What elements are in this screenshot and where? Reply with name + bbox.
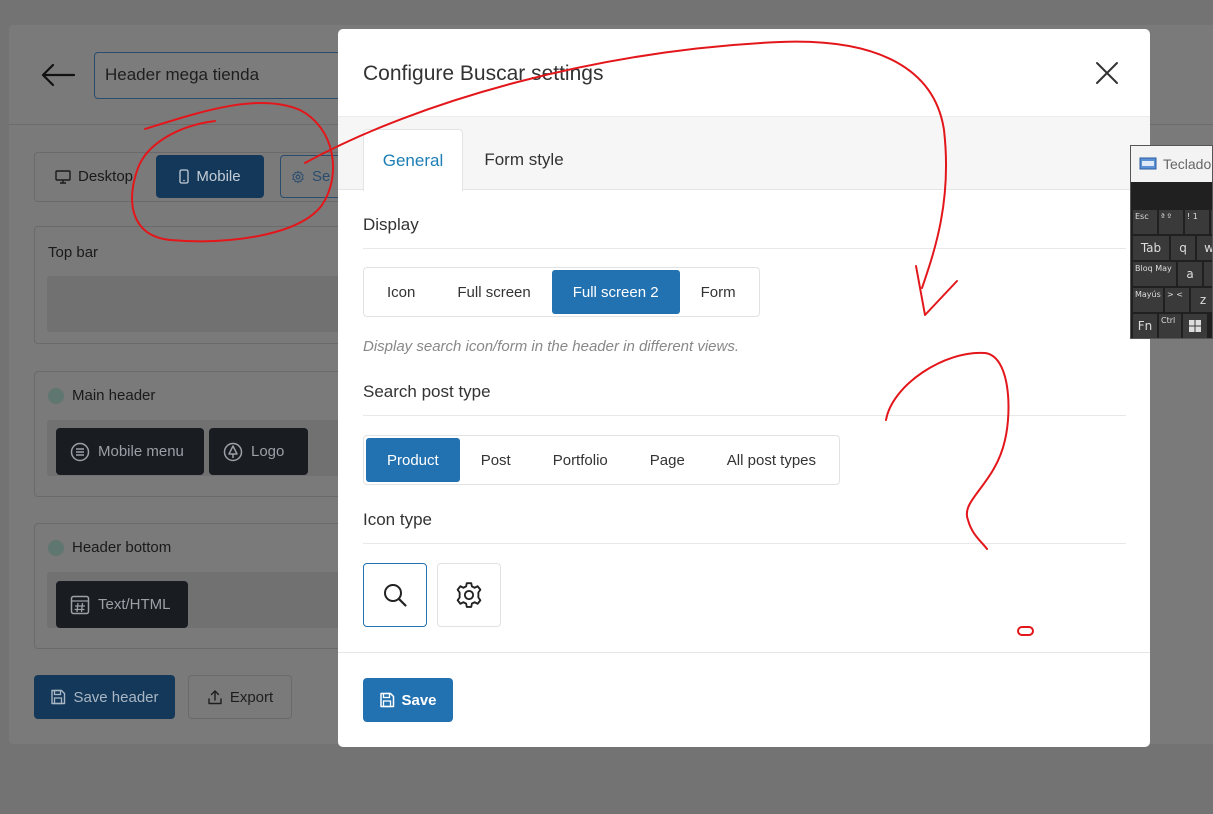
top-bar-dropzone bbox=[47, 276, 347, 332]
display-divider bbox=[363, 248, 1126, 249]
key-z[interactable]: z bbox=[1191, 288, 1212, 312]
display-options: Icon Full screen Full screen 2 Form bbox=[363, 267, 760, 317]
mobile-icon bbox=[179, 169, 190, 184]
icon-type-divider bbox=[363, 543, 1126, 544]
key-less-than[interactable]: > < bbox=[1165, 288, 1189, 312]
text-html-chip[interactable]: Text/HTML bbox=[56, 581, 188, 628]
key-1[interactable]: ! 1 bbox=[1185, 210, 1209, 234]
close-icon[interactable] bbox=[1092, 58, 1122, 88]
section-top-bar-title: Top bar bbox=[48, 244, 98, 261]
save-icon bbox=[380, 692, 395, 708]
key-fn[interactable]: Fn bbox=[1133, 314, 1157, 338]
section-main-header-title: Main header bbox=[48, 387, 155, 404]
keyboard-row-2: Tab q w bbox=[1133, 236, 1212, 260]
keyboard-title-bar[interactable]: Teclado bbox=[1131, 146, 1212, 182]
text-html-label: Text/HTML bbox=[98, 596, 171, 613]
post-type-option-page[interactable]: Page bbox=[629, 438, 706, 482]
section-main-header-label: Main header bbox=[72, 387, 156, 404]
windows-icon bbox=[1189, 320, 1201, 332]
display-label: Display bbox=[363, 215, 419, 234]
tab-form-style[interactable]: Form style bbox=[468, 129, 580, 191]
back-arrow-icon[interactable] bbox=[40, 62, 76, 88]
export-button[interactable]: Export bbox=[188, 675, 292, 719]
status-dot-icon bbox=[48, 387, 64, 404]
gear-icon bbox=[292, 170, 304, 183]
keyboard-row-5: Fn Ctrl bbox=[1133, 314, 1212, 338]
mobile-menu-label: Mobile menu bbox=[98, 443, 184, 460]
keyboard-title: Teclado bbox=[1163, 156, 1212, 172]
save-header-button[interactable]: Save header bbox=[34, 675, 175, 719]
modal-title: Configure Buscar settings bbox=[363, 62, 604, 85]
on-screen-keyboard: Teclado Esc ª º ! 1 Tab q w Bloq May a s… bbox=[1130, 145, 1213, 339]
key-tab[interactable]: Tab bbox=[1133, 236, 1169, 260]
key-degree[interactable]: ª º bbox=[1159, 210, 1183, 234]
post-type-options: Product Post Portfolio Page All post typ… bbox=[363, 435, 841, 485]
logo-icon bbox=[223, 442, 243, 461]
hash-icon bbox=[70, 595, 90, 614]
mobile-menu-chip[interactable]: Mobile menu bbox=[56, 428, 204, 475]
key-shift[interactable]: Mayús bbox=[1133, 288, 1163, 312]
device-mobile-button[interactable]: Mobile bbox=[156, 155, 264, 198]
key-ctrl[interactable]: Ctrl bbox=[1159, 314, 1181, 338]
post-type-option-all[interactable]: All post types bbox=[706, 438, 837, 482]
gear-icon bbox=[456, 582, 482, 608]
tab-general[interactable]: General bbox=[363, 129, 463, 191]
display-option-full-screen[interactable]: Full screen bbox=[436, 270, 551, 314]
display-help-text: Display search icon/form in the header i… bbox=[363, 338, 740, 355]
keyboard-app-icon bbox=[1139, 157, 1157, 170]
export-icon bbox=[208, 690, 222, 705]
post-type-option-portfolio[interactable]: Portfolio bbox=[532, 438, 629, 482]
keyboard-row-1: Esc ª º ! 1 bbox=[1133, 210, 1212, 234]
display-option-form[interactable]: Form bbox=[680, 270, 757, 314]
keyboard-row-4: Mayús > < z bbox=[1133, 288, 1212, 312]
device-desktop-button[interactable]: Desktop bbox=[45, 155, 143, 198]
display-option-full-screen-2[interactable]: Full screen 2 bbox=[551, 270, 680, 314]
save-label: Save bbox=[401, 691, 437, 709]
section-header-bottom-label: Header bottom bbox=[72, 539, 172, 556]
post-type-option-product[interactable]: Product bbox=[366, 438, 460, 482]
section-top-bar-label: Top bar bbox=[48, 244, 99, 261]
logo-chip[interactable]: Logo bbox=[209, 428, 308, 475]
footer-divider bbox=[338, 652, 1150, 653]
device-desktop-label: Desktop bbox=[78, 168, 134, 185]
icon-option-search[interactable] bbox=[363, 563, 427, 627]
keyboard-row-3: Bloq May a s bbox=[1133, 262, 1212, 286]
save-header-label: Save header bbox=[73, 688, 159, 706]
key-w[interactable]: w bbox=[1197, 236, 1212, 260]
device-mobile-label: Mobile bbox=[196, 168, 241, 185]
search-icon bbox=[384, 584, 407, 607]
key-caps-lock[interactable]: Bloq May bbox=[1133, 262, 1176, 286]
logo-label: Logo bbox=[251, 443, 285, 460]
post-type-option-post[interactable]: Post bbox=[460, 438, 532, 482]
desktop-icon bbox=[55, 169, 71, 184]
export-label: Export bbox=[229, 688, 274, 706]
device-settings-label: Se bbox=[312, 168, 331, 185]
save-button[interactable]: Save bbox=[363, 678, 453, 722]
post-type-divider bbox=[363, 415, 1126, 416]
post-type-label: Search post type bbox=[363, 382, 491, 401]
icon-option-gear[interactable] bbox=[437, 563, 501, 627]
section-header-bottom-title: Header bottom bbox=[48, 539, 171, 556]
menu-icon bbox=[70, 442, 90, 461]
status-dot-icon bbox=[48, 539, 64, 556]
icon-type-label: Icon type bbox=[363, 510, 432, 529]
header-title-input[interactable]: Header mega tienda bbox=[94, 52, 354, 99]
display-option-icon[interactable]: Icon bbox=[366, 270, 436, 314]
configure-modal: Configure Buscar settings General Form s… bbox=[338, 29, 1150, 747]
key-esc[interactable]: Esc bbox=[1133, 210, 1157, 234]
key-a[interactable]: a bbox=[1178, 262, 1202, 286]
key-s[interactable]: s bbox=[1204, 262, 1212, 286]
key-q[interactable]: q bbox=[1171, 236, 1195, 260]
key-windows[interactable] bbox=[1183, 314, 1207, 338]
save-icon bbox=[51, 689, 66, 705]
